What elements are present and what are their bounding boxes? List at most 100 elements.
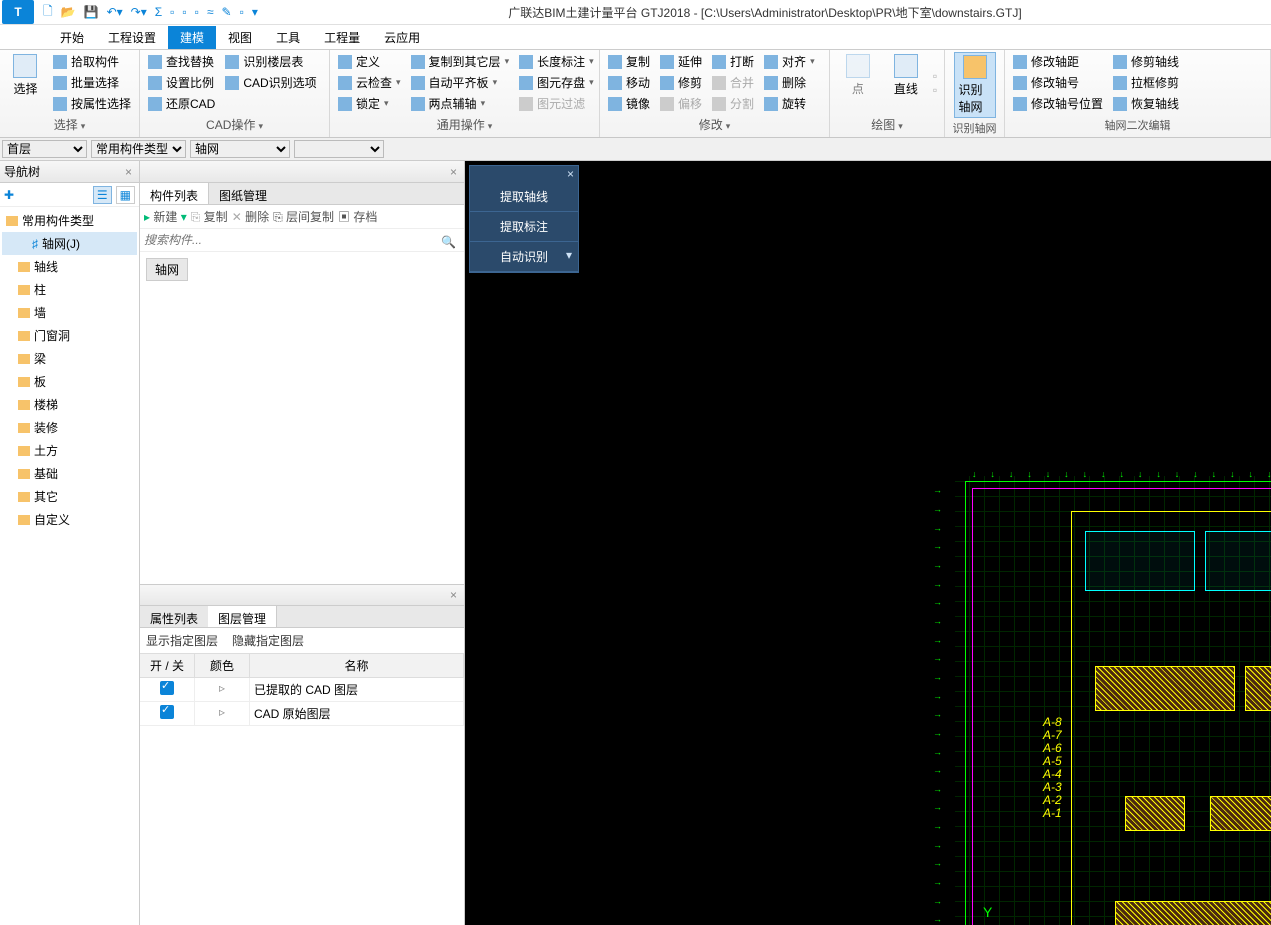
pick-component[interactable]: 拾取构件 bbox=[51, 52, 133, 71]
save-icon[interactable]: 💾 bbox=[81, 5, 102, 19]
batch-select[interactable]: 批量选择 bbox=[51, 73, 133, 92]
tree-node[interactable]: 其它 bbox=[2, 485, 137, 508]
qa-icon[interactable]: ▫ bbox=[192, 5, 202, 19]
merge[interactable]: 合并 bbox=[710, 73, 756, 92]
rotate[interactable]: 旋转 bbox=[762, 94, 817, 113]
menu-quantity[interactable]: 工程量 bbox=[312, 26, 372, 49]
qa-icon[interactable]: ▫ bbox=[167, 5, 177, 19]
qa-icon[interactable]: ▫ bbox=[237, 5, 247, 19]
lock[interactable]: 锁定▾ bbox=[336, 94, 403, 113]
checkbox-icon[interactable] bbox=[160, 681, 174, 695]
define[interactable]: 定义 bbox=[336, 52, 403, 71]
length-dim[interactable]: 长度标注▾ bbox=[517, 52, 596, 71]
tree-node[interactable]: 基础 bbox=[2, 462, 137, 485]
delete[interactable]: 删除 bbox=[762, 73, 817, 92]
new-button[interactable]: ▸ 新建 ▾ bbox=[144, 208, 187, 225]
menu-view[interactable]: 视图 bbox=[216, 26, 264, 49]
cloud-check[interactable]: 云检查▾ bbox=[336, 73, 403, 92]
tree-node[interactable]: 门窗洞 bbox=[2, 324, 137, 347]
layer-copy-button[interactable]: ⎘ 层间复制 bbox=[273, 208, 334, 225]
add-icon[interactable]: ✚ bbox=[4, 188, 14, 202]
trim[interactable]: 修剪 bbox=[658, 73, 704, 92]
recognize-grid-button[interactable]: 识别轴网 bbox=[954, 52, 996, 118]
split[interactable]: 分割 bbox=[710, 94, 756, 113]
recog-floor-table[interactable]: 识别楼层表 bbox=[223, 52, 318, 71]
tree-node-grid[interactable]: ♯轴网(J) bbox=[2, 232, 137, 255]
copy-to-layer[interactable]: 复制到其它层▾ bbox=[409, 52, 512, 71]
tab-drawing-mgmt[interactable]: 图纸管理 bbox=[209, 183, 277, 204]
grid-view-icon[interactable]: ▦ bbox=[116, 186, 135, 204]
restore-axis[interactable]: 恢复轴线 bbox=[1111, 94, 1181, 113]
open-icon[interactable]: 📂 bbox=[58, 5, 79, 19]
close-icon[interactable]: × bbox=[447, 165, 460, 179]
list-view-icon[interactable]: ☰ bbox=[93, 186, 112, 204]
move[interactable]: 移动 bbox=[606, 73, 652, 92]
offset[interactable]: 偏移 bbox=[658, 94, 704, 113]
elem-filter[interactable]: 图元过滤 bbox=[517, 94, 596, 113]
tree-node[interactable]: 墙 bbox=[2, 301, 137, 324]
align[interactable]: 对齐▾ bbox=[762, 52, 817, 71]
close-icon[interactable]: × bbox=[122, 165, 135, 179]
tree-node[interactable]: 装修 bbox=[2, 416, 137, 439]
menu-tools[interactable]: 工具 bbox=[264, 26, 312, 49]
floor-select[interactable]: 首层 bbox=[2, 140, 87, 158]
mirror[interactable]: 镜像 bbox=[606, 94, 652, 113]
tree-node[interactable]: 自定义 bbox=[2, 508, 137, 531]
component-chip[interactable]: 轴网 bbox=[146, 258, 188, 281]
menu-cloud[interactable]: 云应用 bbox=[372, 26, 432, 49]
auto-recognize-button[interactable]: 自动识别▾ bbox=[470, 242, 578, 272]
layer-row[interactable]: ▹ CAD 原始图层 bbox=[140, 702, 464, 726]
tree-root[interactable]: 常用构件类型 bbox=[2, 209, 137, 232]
delete-button[interactable]: ✕ 删除 bbox=[232, 208, 269, 225]
tree-node[interactable]: 轴线 bbox=[2, 255, 137, 278]
extract-label-button[interactable]: 提取标注 bbox=[470, 212, 578, 242]
elem-save[interactable]: 图元存盘▾ bbox=[517, 73, 596, 92]
undo-icon[interactable]: ↶▾ bbox=[104, 5, 126, 19]
new-icon[interactable]: 🗋 bbox=[40, 2, 56, 23]
search-icon[interactable]: 🔍 bbox=[441, 235, 456, 249]
tree-node[interactable]: 板 bbox=[2, 370, 137, 393]
tab-component-list[interactable]: 构件列表 bbox=[140, 183, 209, 204]
break[interactable]: 打断 bbox=[710, 52, 756, 71]
tree-node[interactable]: 梁 bbox=[2, 347, 137, 370]
select-by-prop[interactable]: 按属性选择 bbox=[51, 94, 133, 113]
sum-icon[interactable]: Σ bbox=[152, 5, 165, 19]
set-scale[interactable]: 设置比例 bbox=[146, 73, 217, 92]
menu-project[interactable]: 工程设置 bbox=[96, 26, 168, 49]
qa-icon[interactable]: ✎ bbox=[219, 5, 235, 19]
select-button[interactable]: 选择 bbox=[6, 52, 45, 99]
copy-button[interactable]: ⎘ 复制 bbox=[191, 208, 228, 225]
menu-start[interactable]: 开始 bbox=[48, 26, 96, 49]
edit-axis-dist[interactable]: 修改轴距 bbox=[1011, 52, 1105, 71]
search-input[interactable] bbox=[144, 233, 460, 247]
close-icon[interactable]: × bbox=[567, 167, 574, 181]
qa-dropdown-icon[interactable]: ▾ bbox=[249, 5, 261, 19]
category-select[interactable]: 常用构件类型 bbox=[91, 140, 186, 158]
instance-select[interactable] bbox=[294, 140, 384, 158]
tree-node[interactable]: 土方 bbox=[2, 439, 137, 462]
show-layer[interactable]: 显示指定图层 bbox=[146, 632, 218, 649]
edit-axis-num[interactable]: 修改轴号 bbox=[1011, 73, 1105, 92]
drawing-canvas[interactable]: × 提取轴线 提取标注 自动识别▾ ↓↓↓↓↓↓↓↓↓↓↓↓↓↓↓↓↓↓↓↓↓↓… bbox=[465, 161, 1271, 925]
qa-icon[interactable]: ≈ bbox=[204, 5, 217, 19]
copy[interactable]: 复制 bbox=[606, 52, 652, 71]
edit-axis-pos[interactable]: 修改轴号位置 bbox=[1011, 94, 1105, 113]
two-point-axis[interactable]: 两点辅轴▾ bbox=[409, 94, 512, 113]
layer-row[interactable]: ▹ 已提取的 CAD 图层 bbox=[140, 678, 464, 702]
hide-layer[interactable]: 隐藏指定图层 bbox=[232, 632, 304, 649]
tab-properties[interactable]: 属性列表 bbox=[140, 606, 208, 627]
cad-options[interactable]: CAD识别选项 bbox=[223, 73, 318, 92]
tree-node[interactable]: 楼梯 bbox=[2, 393, 137, 416]
restore-cad[interactable]: 还原CAD bbox=[146, 94, 217, 113]
tab-layer-mgmt[interactable]: 图层管理 bbox=[208, 606, 277, 627]
tree-node[interactable]: 柱 bbox=[2, 278, 137, 301]
close-icon[interactable]: × bbox=[447, 588, 460, 602]
auto-align[interactable]: 自动平齐板▾ bbox=[409, 73, 512, 92]
extend[interactable]: 延伸 bbox=[658, 52, 704, 71]
archive-button[interactable]: ▣ 存档 bbox=[338, 208, 377, 225]
menu-model[interactable]: 建模 bbox=[168, 26, 216, 49]
component-select[interactable]: 轴网 bbox=[190, 140, 290, 158]
find-replace[interactable]: 查找替换 bbox=[146, 52, 217, 71]
trim-axis[interactable]: 修剪轴线 bbox=[1111, 52, 1181, 71]
box-trim[interactable]: 拉框修剪 bbox=[1111, 73, 1181, 92]
